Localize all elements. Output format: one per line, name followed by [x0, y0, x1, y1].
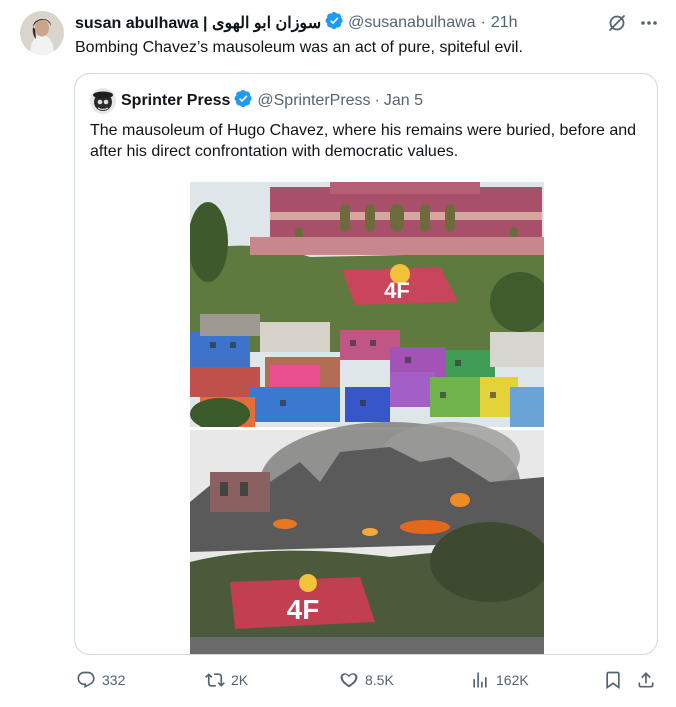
tweet[interactable]: susan abulhawa | سوزان ابو الهوى @susana…: [0, 0, 676, 707]
like-icon: [340, 673, 358, 688]
quote-author-name[interactable]: Sprinter Press: [121, 92, 230, 110]
repost-button[interactable]: 2K: [205, 664, 248, 696]
like-count: 8.5K: [365, 672, 394, 688]
tweet-header: susan abulhawa | سوزان ابو الهوى @susana…: [75, 11, 518, 35]
author-handle[interactable]: @susanabulhawa: [348, 14, 475, 32]
like-button[interactable]: 8.5K: [339, 664, 394, 696]
views-count: 162K: [496, 672, 529, 688]
separator-dot: ·: [480, 14, 486, 31]
bookmark-icon: [606, 671, 620, 690]
views-button[interactable]: 162K: [470, 664, 529, 696]
before-photo: 4F: [190, 182, 544, 430]
author-avatar[interactable]: [20, 11, 64, 55]
repost-icon: [205, 673, 225, 687]
reply-button[interactable]: 332: [76, 664, 125, 696]
action-bar: 332 2K 8.5K 162K: [0, 664, 676, 696]
tweet-timestamp[interactable]: 21h: [491, 14, 518, 32]
share-button[interactable]: [636, 664, 656, 696]
share-icon: [638, 672, 654, 688]
tweet-text: Bombing Chavez’s mausoleum was an act of…: [75, 39, 523, 56]
verified-badge-icon: [234, 89, 253, 113]
sign-text-top: 4F: [384, 278, 410, 303]
grok-icon[interactable]: [606, 12, 628, 34]
bookmark-button[interactable]: [603, 664, 623, 696]
quote-author-avatar[interactable]: [90, 88, 116, 114]
quote-author-handle[interactable]: @SprinterPress: [257, 92, 370, 110]
quote-timestamp[interactable]: Jan 5: [384, 92, 423, 110]
more-icon[interactable]: [638, 12, 660, 34]
quote-text: The mausoleum of Hugo Chavez, where his …: [90, 122, 637, 160]
quote-header: Sprinter Press @SprinterPress · Jan 5: [121, 89, 423, 113]
after-photo: 4F: [190, 422, 544, 654]
reply-count: 332: [102, 672, 126, 688]
separator-dot: ·: [374, 92, 380, 109]
verified-badge-icon: [325, 11, 344, 35]
quote-image[interactable]: 4F 4F: [190, 182, 544, 654]
quoted-tweet[interactable]: Sprinter Press @SprinterPress · Jan 5 Th…: [74, 73, 658, 655]
author-name[interactable]: susan abulhawa | سوزان ابو الهوى: [75, 13, 321, 33]
reply-icon: [77, 671, 95, 689]
repost-count: 2K: [231, 672, 249, 688]
sign-text-bottom: 4F: [287, 594, 320, 625]
views-icon: [473, 672, 487, 688]
